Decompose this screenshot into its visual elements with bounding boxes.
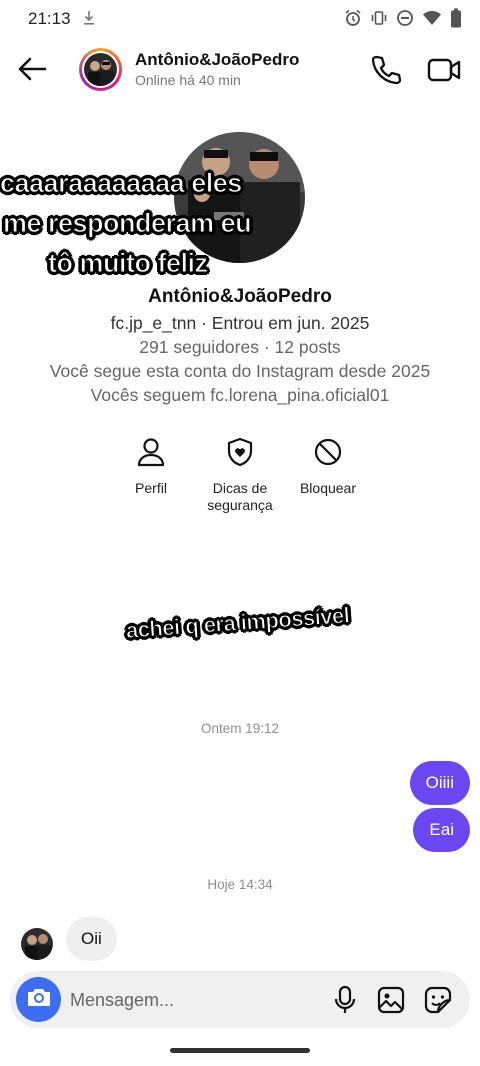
status-bar: 21:13	[0, 0, 480, 36]
camera-button[interactable]	[16, 977, 61, 1022]
sticker-icon[interactable]	[423, 985, 453, 1015]
vibrate-icon	[370, 9, 388, 27]
wifi-icon	[422, 9, 442, 27]
header-avatar[interactable]	[79, 48, 122, 91]
message-composer	[10, 971, 470, 1028]
battery-icon	[450, 8, 462, 28]
safety-tips-label: Dicas de segurança	[207, 480, 273, 513]
camera-icon	[26, 986, 52, 1013]
block-icon	[278, 436, 378, 468]
back-arrow-icon[interactable]	[14, 52, 50, 86]
gesture-nav-bar[interactable]	[170, 1048, 310, 1053]
sticker-text-overlay: achei q era impossível	[125, 602, 351, 644]
profile-action-label: Perfil	[135, 480, 167, 496]
download-icon	[82, 9, 96, 27]
sticker-text-line3: tô muito feliz	[47, 248, 208, 279]
block-label: Bloquear	[299, 480, 357, 496]
message-timestamp: Hoje 14:34	[207, 877, 273, 892]
profile-name: Antônio&JoãoPedro	[148, 286, 332, 307]
sticker-text-line1: caaaraaaaaaaa eles	[0, 168, 243, 199]
profile-mutual-follow: Vocês seguem fc.lorena_pina.oficial01	[90, 385, 390, 405]
profile-following-since: Você segue esta conta do Instagram desde…	[49, 361, 431, 381]
microphone-icon[interactable]	[330, 985, 360, 1015]
profile-action-button[interactable]: Perfil	[101, 436, 201, 496]
block-button[interactable]: Bloquear	[278, 436, 378, 496]
gallery-icon[interactable]	[376, 985, 406, 1015]
alarm-icon	[344, 9, 362, 27]
video-camera-icon[interactable]	[424, 52, 464, 88]
header-contact-name[interactable]: Antônio&JoãoPedro	[135, 50, 299, 70]
message-input[interactable]	[70, 987, 320, 1013]
shield-heart-icon	[190, 436, 290, 468]
do-not-disturb-icon	[396, 9, 414, 27]
header-online-status: Online há 40 min	[135, 72, 241, 88]
profile-stats: 291 seguidores · 12 posts	[139, 337, 341, 357]
sent-message-bubble[interactable]: Eai	[413, 808, 470, 852]
received-message-bubble[interactable]: Oii	[66, 917, 117, 961]
sent-message-bubble[interactable]: Oiiii	[409, 761, 470, 805]
safety-tips-button[interactable]: Dicas de segurança	[190, 436, 290, 514]
profile-handle-joined: fc.jp_e_tnn · Entrou em jun. 2025	[110, 313, 370, 333]
message-timestamp: Ontem 19:12	[200, 721, 280, 736]
sticker-text-line2: me responderam eu	[2, 208, 252, 239]
status-time: 21:13	[28, 9, 71, 28]
person-icon	[101, 436, 201, 468]
sender-avatar[interactable]	[21, 928, 53, 960]
phone-icon[interactable]	[368, 52, 404, 88]
chat-header: Antônio&JoãoPedro Online há 40 min	[0, 40, 480, 98]
